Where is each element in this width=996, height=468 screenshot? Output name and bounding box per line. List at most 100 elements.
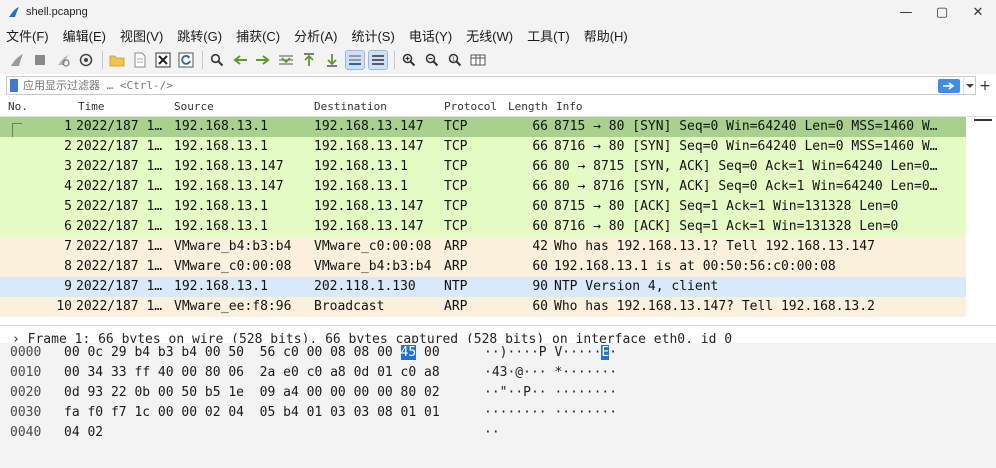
forward-icon[interactable] <box>254 51 272 69</box>
column-header-time[interactable]: Time <box>78 100 105 113</box>
hex-bytes: 0d 93 22 0b 00 50 b5 1e 09 a4 00 00 00 0… <box>64 385 440 400</box>
file-icon[interactable] <box>131 51 149 69</box>
packet-cell-time: 2022/187 1… <box>76 239 163 254</box>
column-header-info[interactable]: Info <box>556 100 583 113</box>
menu-statistics[interactable]: 统计(S) <box>351 26 394 45</box>
autoscroll-icon[interactable] <box>345 50 365 70</box>
filter-history-dropdown[interactable] <box>963 77 975 94</box>
window-title: shell.pcapng <box>26 6 88 18</box>
packet-row[interactable]: 9 2022/187 1… 192.168.13.1 202.118.1.130 NTP… <box>0 277 966 297</box>
menu-go[interactable]: 跳转(G) <box>177 26 222 45</box>
ascii-chars: ········ ········ <box>484 405 618 420</box>
column-header-protocol[interactable]: Protocol <box>444 100 497 113</box>
ascii-chars: ·43·@··· *······· <box>484 365 618 380</box>
packet-cell-info: 8715 → 80 [SYN] Seq=0 Win=64240 Len=0 MS… <box>554 119 938 134</box>
menu-wireless[interactable]: 无线(W) <box>466 26 513 45</box>
byte-offset: 0030 <box>10 405 42 420</box>
open-folder-icon[interactable] <box>108 51 126 69</box>
packet-row[interactable]: 10 2022/187 1… VMware_ee:f8:96 Broadcast ARP… <box>0 297 966 317</box>
display-filter-input[interactable] <box>23 79 938 92</box>
last-packet-icon[interactable] <box>323 51 341 69</box>
restart-icon[interactable] <box>54 51 72 69</box>
close-file-icon[interactable] <box>154 51 172 69</box>
back-icon[interactable] <box>231 51 249 69</box>
packet-row[interactable]: 2 2022/187 1… 192.168.13.1 192.168.13.147 TC… <box>0 137 966 157</box>
arrow-right-icon <box>943 81 955 90</box>
main-toolbar: 1 <box>0 46 996 74</box>
packet-cell-no: 2 <box>64 139 72 154</box>
maximize-button[interactable]: ▢ <box>924 0 960 24</box>
column-header-destination[interactable]: Destination <box>314 100 387 113</box>
packet-row[interactable]: 8 2022/187 1… VMware_c0:00:08 VMware_b4:b3:… <box>0 257 966 277</box>
column-header-no[interactable]: No. <box>8 100 28 113</box>
packet-list-scrollbar[interactable] <box>970 117 996 325</box>
hex-bytes: 00 0c 29 b4 b3 b4 00 50 56 c0 00 08 08 0… <box>64 345 401 360</box>
menu-capture[interactable]: 捕获(C) <box>236 26 280 45</box>
filter-bookmark-icon[interactable] <box>10 79 18 92</box>
scrollbar-thumb[interactable] <box>974 119 992 127</box>
resize-columns-icon[interactable] <box>469 51 487 69</box>
options-icon[interactable] <box>77 51 95 69</box>
packet-row[interactable]: 7 2022/187 1… VMware_b4:b3:b4 VMware_c0:00:… <box>0 237 966 257</box>
packet-row[interactable]: 1 2022/187 1… 192.168.13.1 192.168.13.147 TC… <box>0 117 966 137</box>
byte-ascii[interactable]: ·· <box>484 425 500 440</box>
find-icon[interactable] <box>208 51 226 69</box>
menu-help[interactable]: 帮助(H) <box>584 26 628 45</box>
packet-cell-destination: 192.168.13.147 <box>314 219 424 234</box>
column-header-source[interactable]: Source <box>174 100 214 113</box>
packet-row[interactable]: 6 2022/187 1… 192.168.13.1 192.168.13.147 TC… <box>0 217 966 237</box>
packet-cell-protocol: TCP <box>444 179 468 194</box>
packet-cell-no: 4 <box>64 179 72 194</box>
byte-ascii[interactable]: ··)····P V·····E· <box>484 345 617 360</box>
byte-hex[interactable]: 0d 93 22 0b 00 50 b5 1e 09 a4 00 00 00 0… <box>64 385 440 400</box>
packet-row[interactable]: 4 2022/187 1… 192.168.13.147 192.168.13.1 TC… <box>0 177 966 197</box>
normal-size-icon[interactable]: 1 <box>446 51 464 69</box>
packet-cell-source: 192.168.13.1 <box>174 219 268 234</box>
byte-offset: 0020 <box>10 385 42 400</box>
menu-telephony[interactable]: 电话(Y) <box>409 26 452 45</box>
shark-fin-icon[interactable] <box>8 51 26 69</box>
packet-cell-time: 2022/187 1… <box>76 199 163 214</box>
first-packet-icon[interactable] <box>300 51 318 69</box>
zoom-out-icon[interactable] <box>423 51 441 69</box>
packet-cell-info: 192.168.13.1 is at 00:50:56:c0:00:08 <box>554 259 836 274</box>
packet-cell-time: 2022/187 1… <box>76 139 163 154</box>
menu-edit[interactable]: 编辑(E) <box>63 26 106 45</box>
menu-analyze[interactable]: 分析(A) <box>294 26 337 45</box>
byte-hex[interactable]: fa f0 f7 1c 00 00 02 04 05 b4 01 03 03 0… <box>64 405 440 420</box>
go-to-packet-icon[interactable] <box>277 51 295 69</box>
packet-row[interactable]: 5 2022/187 1… 192.168.13.1 192.168.13.147 TC… <box>0 197 966 217</box>
reload-icon[interactable] <box>177 51 195 69</box>
zoom-in-icon[interactable] <box>400 51 418 69</box>
hex-bytes: 00 34 33 ff 40 00 80 06 2a e0 c0 a8 0d 0… <box>64 365 440 380</box>
packet-cell-no: 7 <box>64 239 72 254</box>
stop-icon[interactable] <box>31 51 49 69</box>
colorize-icon[interactable] <box>368 50 388 70</box>
byte-row: 0010 00 34 33 ff 40 00 80 06 2a e0 c0 a8 … <box>0 365 996 385</box>
packet-cell-source: VMware_c0:00:08 <box>174 259 292 274</box>
menu-view[interactable]: 视图(V) <box>120 26 163 45</box>
add-filter-button[interactable]: + <box>978 76 992 95</box>
byte-ascii[interactable]: ·43·@··· *······· <box>484 365 617 380</box>
menu-tools[interactable]: 工具(T) <box>527 26 570 45</box>
column-header-length[interactable]: Length <box>508 100 548 113</box>
packet-row[interactable]: 3 2022/187 1… 192.168.13.147 192.168.13.1 TC… <box>0 157 966 177</box>
menu-bar: 文件(F) 编辑(E) 视图(V) 跳转(G) 捕获(C) 分析(A) 统计(S… <box>0 24 996 46</box>
byte-ascii[interactable]: ········ ········ <box>484 405 617 420</box>
close-button[interactable]: ✕ <box>960 0 996 24</box>
apply-filter-button[interactable] <box>938 78 960 93</box>
byte-ascii[interactable]: ··"··P·· ········ <box>484 385 617 400</box>
minimize-button[interactable]: — <box>888 0 924 24</box>
packet-details-pane: › Frame 1: 66 bytes on wire (528 bits), … <box>0 325 996 343</box>
packet-cell-destination: 202.118.1.130 <box>314 279 416 294</box>
packet-cell-no: 3 <box>64 159 72 174</box>
ascii-chars: ·· <box>484 425 500 440</box>
toolbar-separator <box>102 51 103 69</box>
menu-file[interactable]: 文件(F) <box>6 26 49 45</box>
title-bar: shell.pcapng — ▢ ✕ <box>0 0 996 24</box>
byte-hex[interactable]: 00 34 33 ff 40 00 80 06 2a e0 c0 a8 0d 0… <box>64 365 440 380</box>
frame-summary-line[interactable]: › Frame 1: 66 bytes on wire (528 bits), … <box>12 332 732 343</box>
packet-cell-time: 2022/187 1… <box>76 179 163 194</box>
byte-hex[interactable]: 00 0c 29 b4 b3 b4 00 50 56 c0 00 08 08 0… <box>64 345 440 360</box>
byte-hex[interactable]: 04 02 <box>64 425 103 440</box>
